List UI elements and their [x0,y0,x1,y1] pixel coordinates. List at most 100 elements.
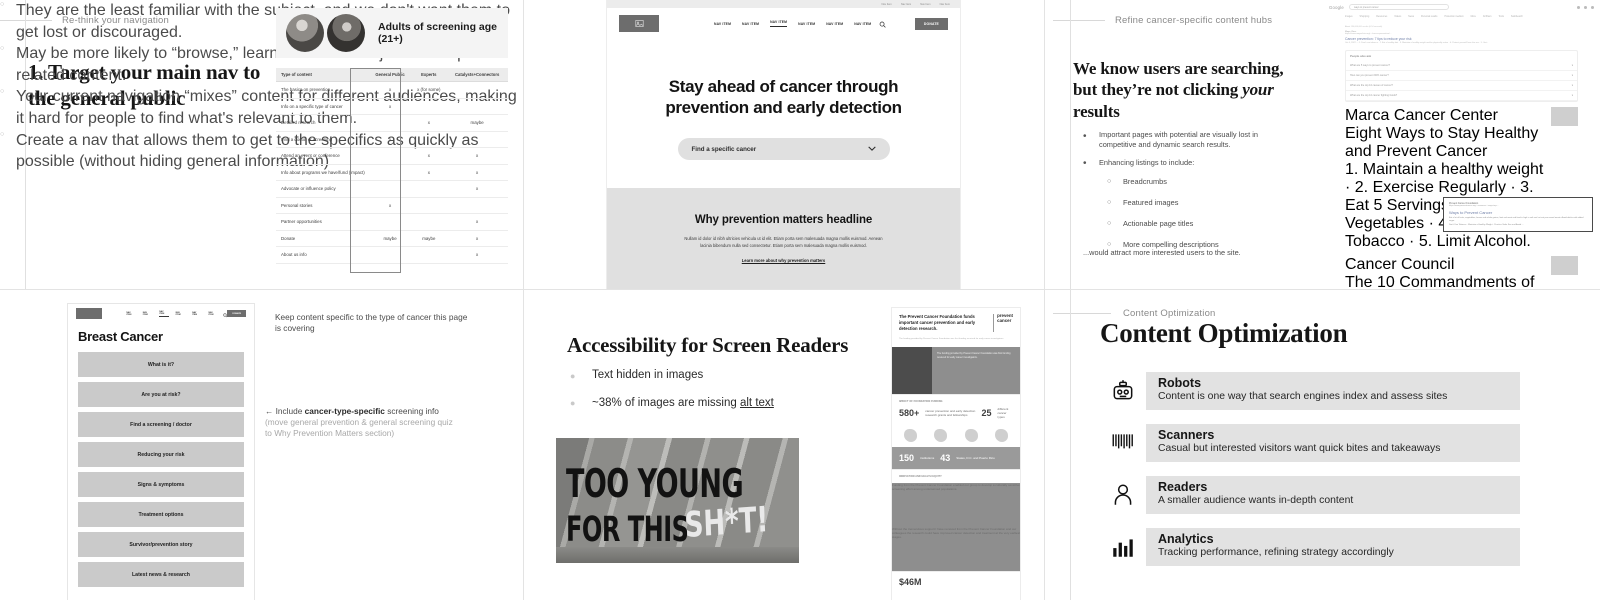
people-also-ask[interactable]: People also ask What are 5 ways to preve… [1345,50,1578,103]
infographic-map-band: 150 institutions 43 States, D.C. and Pue… [892,447,1020,470]
search-result[interactable]: Mayo Clinic https://www.mayoclinic.org/.… [1345,31,1578,45]
search-icon[interactable] [879,15,886,33]
nav-item[interactable]: NAV ITEM [714,22,731,26]
paa-question[interactable]: What are the top 10 cancer fighting food… [1346,91,1577,102]
nav-item[interactable]: NAV ITEM [159,311,169,317]
table-cell [368,180,412,198]
infographic-quote-block: Without the tremendous support I have re… [892,527,1020,572]
table-cell: The basics on prevention [276,81,369,99]
main-nav[interactable]: NAV ITEM NAV ITEM NAV ITEM NAV ITEM NAV ITEM… [126,311,218,317]
site-header: NAV ITEM NAV ITEM NAV ITEM NAV ITEM NAV ITEM… [68,304,254,323]
section-button[interactable]: Treatment options [78,502,244,527]
utility-nav-item[interactable]: Nav Item [940,3,950,6]
search-tab[interactable]: News [1408,16,1414,18]
search-tab[interactable]: SafeSearch [1511,16,1523,18]
why-prevention-link[interactable]: Learn more about why prevention matters [742,258,826,263]
table-row: Attend an event or conference x x [276,147,508,165]
nav-item[interactable]: NAV ITEM [770,20,788,27]
result-description: Oct 4, 2022 — 1. Don't use tobacco · 2. … [1345,42,1489,45]
stat-value: $46M [899,577,922,588]
callout-title[interactable]: Ways to Prevent Cancer [1449,210,1587,215]
panel3-title-post: results [1073,101,1120,121]
nav-item[interactable]: NAV ITEM [742,22,759,26]
nav-item[interactable]: NAV ITEM [208,312,217,316]
column-header: Catalysts+Connectors [446,68,508,82]
table-cell: Info on a specific type of cancer [276,98,369,115]
table-cell [446,131,508,148]
result-title[interactable]: Eight Ways to Stay Healthy and Prevent C… [1345,125,1546,161]
callout-url: https://www.preventcancer.org › resource… [1449,205,1499,207]
section-button[interactable]: Are you at risk? [78,382,244,407]
search-tab[interactable]: More [1471,16,1476,18]
result-url: https://www.mayoclinic.org/.../cancer-pr… [1345,33,1392,35]
nav-item[interactable]: NAV ITEM [192,312,201,316]
search-result[interactable]: Cancer Council The 10 Commandments of Ca… [1345,256,1578,289]
paa-question[interactable]: How can you prevent 90% cancer? ▾ [1346,71,1577,82]
main-nav[interactable]: NAV ITEM NAV ITEM NAV ITEM NAV ITEM NAV ITEM… [714,20,871,27]
search-tab[interactable]: All filters [1483,16,1492,18]
person-icon [1100,482,1146,508]
utility-nav-item[interactable]: Nav Item [920,3,930,6]
search-tab[interactable]: Shopping [1360,16,1370,18]
search-result-tabs[interactable]: Images Shopping Resources Videos News Persona… [1323,14,1600,21]
homepage-mockup: Nav Item Nav Item Nav Item Nav Item NAV ITE… [607,0,960,289]
paa-label: People also ask [1350,54,1372,59]
paa-question[interactable]: What are the top 10 causes of cancer? ▾ [1346,81,1577,92]
table-cell: Advocate or influence policy [276,180,369,198]
list-item: Text hidden in images [570,368,870,384]
optimization-row: Robots Content is one way that search en… [1100,372,1520,410]
table-cell [446,81,508,99]
optimization-description: Casual but interested visitors want quic… [1158,443,1441,454]
table-cell: Personal stories [276,197,369,214]
search-tab[interactable]: Protection medium [1444,16,1463,18]
optimization-description: Content is one way that search engines i… [1158,391,1448,402]
search-tab[interactable]: Tools [1499,16,1504,18]
search-tab[interactable]: Personal results [1421,16,1437,18]
nav-item[interactable]: NAV ITEM [143,312,152,316]
slide-panel-cancer-page-mockup: NAV ITEM NAV ITEM NAV ITEM NAV ITEM NAV ITEM… [0,290,524,600]
nav-item[interactable]: NAV ITEM [854,22,871,26]
kicker-rule [1053,20,1105,21]
section-button[interactable]: Find a screening / doctor [78,412,244,437]
search-tab[interactable]: Images [1345,16,1353,18]
panel3-tail-text: ...would attract more interested users t… [1083,248,1241,257]
section-button[interactable]: Latest news & research [78,562,244,587]
nav-item[interactable]: NAV ITEM [176,312,185,316]
nav-item[interactable]: NAV ITEM [798,22,815,26]
donate-button[interactable]: DONATE [227,310,246,317]
section-button[interactable]: Signs & symptoms [78,472,244,497]
stat-label: different cancer types [997,407,1009,420]
result-title[interactable]: The 10 Commandments of Cancer Prevention [1345,274,1546,289]
find-cancer-dropdown[interactable]: Find a specific cancer [677,138,890,161]
table-cell: x [446,180,508,198]
result-source: Cancer Council [1345,256,1455,274]
callout-description: Eat a lot of fruits, vegetables, beans a… [1449,217,1584,223]
result-title[interactable]: Cancer prevention: 7 tips to reduce your… [1345,37,1578,41]
accessibility-bullets: Text hidden in images ~38% of images are… [570,368,870,423]
search-input[interactable]: ways to prevent cancer [1349,4,1450,10]
alt-text-link[interactable]: alt text [740,397,774,409]
utility-nav[interactable]: Nav Item Nav Item Nav Item Nav Item [607,0,960,8]
accessibility-title: Accessibility for Screen Readers [567,333,849,357]
table-row: Donate maybe maybe x [276,230,508,247]
section-button[interactable]: Survivor/prevention story [78,532,244,557]
stat-value: 25 [981,408,992,419]
table-row: Info about programs we have/fund (impact… [276,164,508,181]
paa-question[interactable]: What are 5 ways to prevent cancer? ▾ [1346,61,1577,72]
nav-item[interactable]: NAV ITEM [126,312,135,316]
search-results-screenshot: Google ways to prevent cancer Images Shop… [1323,0,1600,289]
section-button[interactable]: What is it? [78,352,244,377]
table-cell: maybe [368,230,412,247]
table-cell: x [411,147,447,165]
utility-nav-item[interactable]: Nav Item [881,3,891,6]
section-button[interactable]: Reducing your risk [78,442,244,467]
panel3-title-emphasis: your [1242,80,1274,100]
donate-button[interactable]: DONATE [914,17,948,30]
nav-item[interactable]: NAV ITEM [826,22,843,26]
search-tab[interactable]: Videos [1394,16,1401,18]
robot-icon [1100,378,1146,404]
search-tab[interactable]: Resources [1376,16,1387,18]
list-item: ~38% of images are missing alt text [570,396,870,412]
google-search-bar: Google ways to prevent cancer [1323,0,1600,14]
utility-nav-item[interactable]: Nav Item [901,3,911,6]
